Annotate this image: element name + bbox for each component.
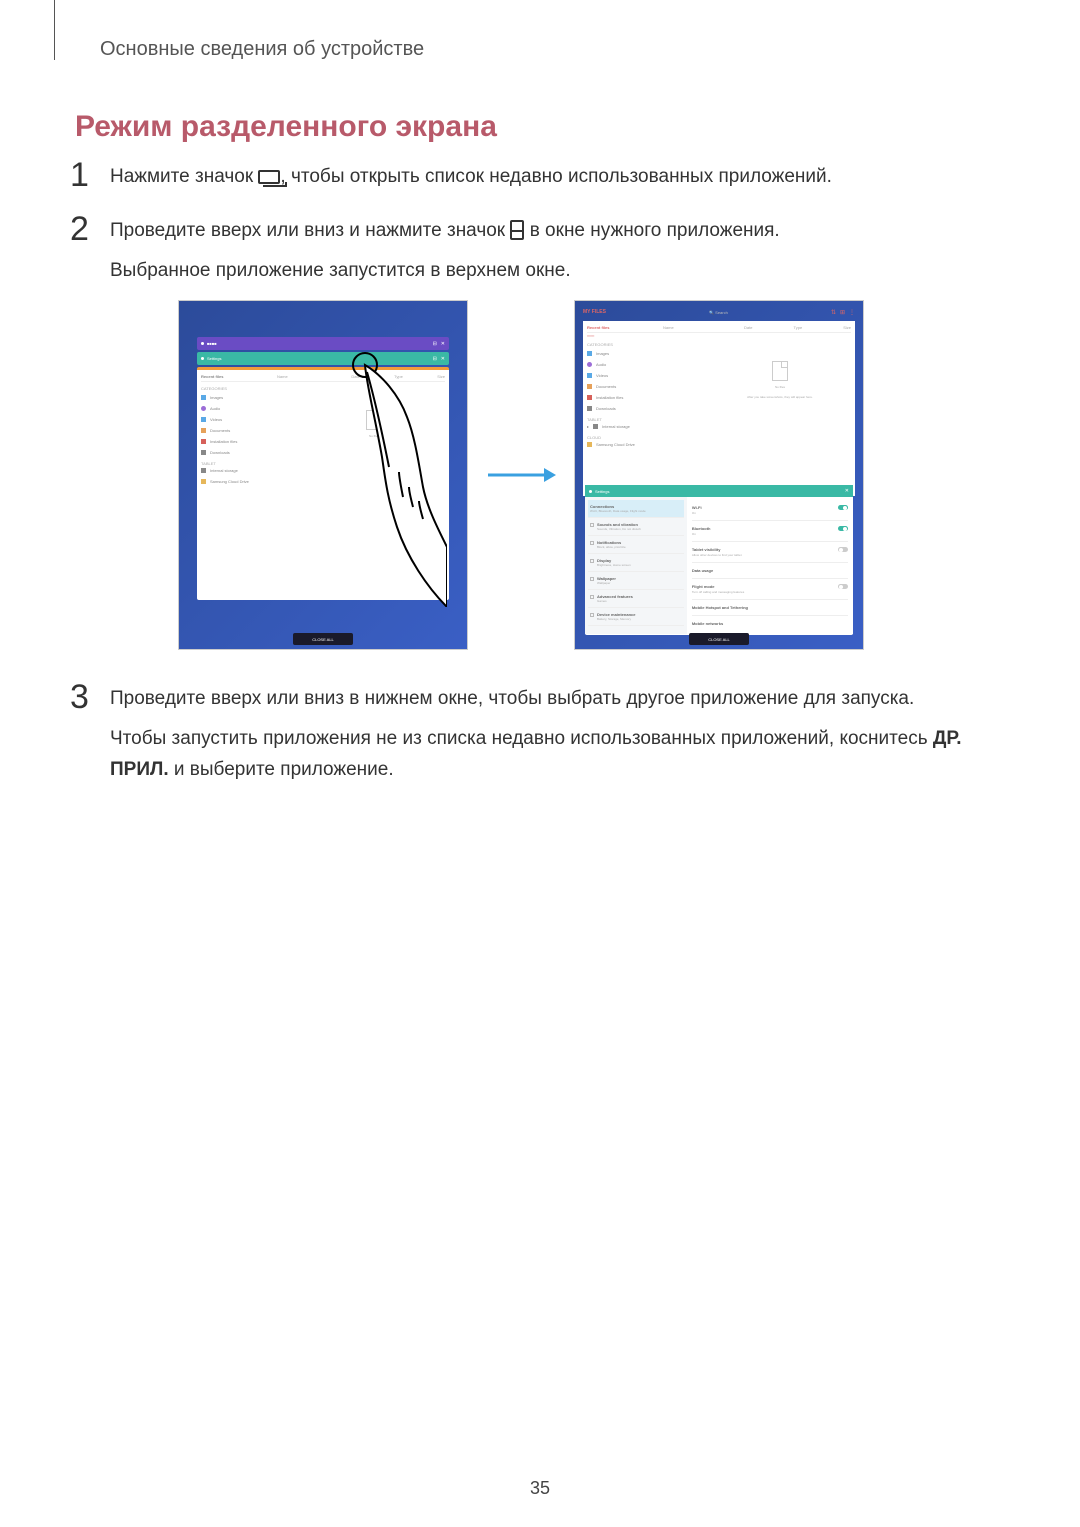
illustration: ■■■■ ⊟✕ Settings ⊟✕ Recent files Name D (178, 300, 918, 650)
toggle-icon (838, 547, 848, 552)
close-all-button: CLOSE ALL (689, 633, 749, 645)
step-1-post: , чтобы открыть список недавно использов… (280, 166, 831, 187)
more-apps-button: MORE APPS⋮ (817, 473, 849, 478)
step-3-text: Проведите вверх или вниз в нижнем окне, … (110, 680, 1000, 795)
split-bottom-pane: MORE APPS⋮ Settings ✕ ConnectionsWi-Fi, … (585, 485, 853, 635)
step-1-pre: Нажмите значок (110, 166, 258, 187)
step-number: 3 (70, 680, 96, 795)
arrow-icon (486, 465, 556, 485)
split-icon: ⊟ (433, 341, 437, 347)
empty-state: No files After you take screenshots, the… (735, 361, 825, 399)
step-2-pre: Проведите вверх или вниз и нажмите значо… (110, 220, 510, 241)
app-card-settings: Settings ⊟✕ (197, 352, 449, 365)
app-card-myfiles: Recent files Name Date Type Size CATEGOR… (197, 367, 449, 600)
close-icon: ✕ (441, 356, 445, 362)
step-2-post: в окне нужного приложения. (530, 220, 780, 241)
empty-state: No files (339, 410, 409, 438)
close-all-button: CLOSE ALL (293, 633, 353, 645)
step-1: 1 Нажмите значок , чтобы открыть список … (70, 158, 1000, 202)
step-2: 2 Проведите вверх или вниз и нажмите зна… (70, 212, 1000, 297)
step-3-line2c: и выберите приложение. (169, 759, 394, 780)
toggle-icon (838, 526, 848, 531)
side-rule (54, 0, 55, 60)
split-icon: ⊟ (433, 356, 437, 362)
step-2-text: Проведите вверх или вниз и нажмите значо… (110, 212, 780, 297)
page-header: Основные сведения об устройстве (100, 38, 424, 61)
left-screen: ■■■■ ⊟✕ Settings ⊟✕ Recent files Name D (178, 300, 468, 650)
step-1-text: Нажмите значок , чтобы открыть список не… (110, 158, 832, 202)
toggle-icon (838, 505, 848, 510)
app-card-background: ■■■■ ⊟✕ (197, 337, 449, 350)
close-icon: ✕ (441, 341, 445, 347)
close-icon: ✕ (845, 488, 849, 494)
doc-icon (366, 410, 382, 430)
step-2-line2: Выбранное приложение запустится в верхне… (110, 256, 780, 286)
split-icon (510, 220, 524, 240)
section-title: Режим разделенного экрана (75, 110, 497, 144)
right-screen: MY FILES 🔍 Search ⇅⊞⋮ Recent files Name … (574, 300, 864, 650)
step-number: 2 (70, 212, 96, 297)
recents-icon (258, 170, 280, 184)
step-number: 1 (70, 158, 96, 202)
step-3-line1: Проведите вверх или вниз в нижнем окне, … (110, 684, 1000, 714)
step-3-line2a: Чтобы запустить приложения не из списка … (110, 728, 933, 749)
doc-icon (772, 361, 788, 381)
step-3: 3 Проведите вверх или вниз в нижнем окне… (70, 680, 1000, 795)
split-top-pane: Recent files Name Date Type Size ━━━━ CA… (583, 321, 855, 496)
page-number: 35 (0, 1478, 1080, 1499)
toggle-icon (838, 584, 848, 589)
